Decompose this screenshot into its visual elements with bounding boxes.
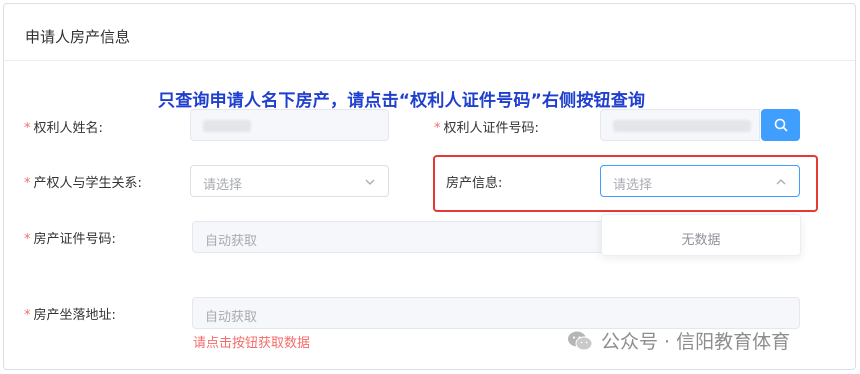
owner-name-field[interactable] <box>190 109 389 141</box>
relation-select[interactable]: 请选择 <box>190 165 389 197</box>
cert-no-placeholder: 自动获取 <box>205 234 258 249</box>
chevron-up-icon <box>776 179 786 185</box>
required-mark: * <box>24 121 31 136</box>
owner-name-label: * 权利人姓名: <box>24 121 103 136</box>
query-notice: 只查询申请人名下房产，请点击“权利人证件号码”右侧按钮查询 <box>158 91 646 111</box>
search-icon <box>774 118 787 132</box>
house-info-placeholder: 请选择 <box>613 178 653 193</box>
relation-placeholder: 请选择 <box>203 178 243 193</box>
owner-id-label: * 权利人证件号码: <box>434 121 539 136</box>
cert-no-field[interactable]: 自动获取 <box>192 221 612 253</box>
house-info-select[interactable]: 请选择 <box>600 165 800 197</box>
address-label: * 房产坐落地址: <box>24 308 116 323</box>
owner-id-search-button[interactable] <box>761 109 800 141</box>
panel-header: 申请人房产信息 <box>4 4 855 61</box>
house-info-dropdown: 无数据 <box>601 214 801 256</box>
watermark: 公众号 · 信阳教育体育 <box>567 327 790 354</box>
chevron-down-icon <box>365 179 375 185</box>
house-info-label: 房产信息: <box>446 176 503 191</box>
watermark-text: 公众号 · 信阳教育体育 <box>601 331 791 353</box>
masked-value <box>203 120 251 132</box>
dropdown-empty-text: 无数据 <box>681 233 721 248</box>
owner-id-field[interactable] <box>600 109 760 141</box>
cert-no-label: * 房产证件号码: <box>24 232 116 247</box>
panel-title: 申请人房产信息 <box>25 28 131 46</box>
masked-value <box>613 120 751 132</box>
address-field[interactable]: 自动获取 <box>192 297 800 329</box>
address-hint: 请点击按钮获取数据 <box>193 336 311 351</box>
relation-label: * 产权人与学生关系: <box>24 176 142 191</box>
address-placeholder: 自动获取 <box>205 310 258 325</box>
wechat-icon <box>568 331 593 350</box>
